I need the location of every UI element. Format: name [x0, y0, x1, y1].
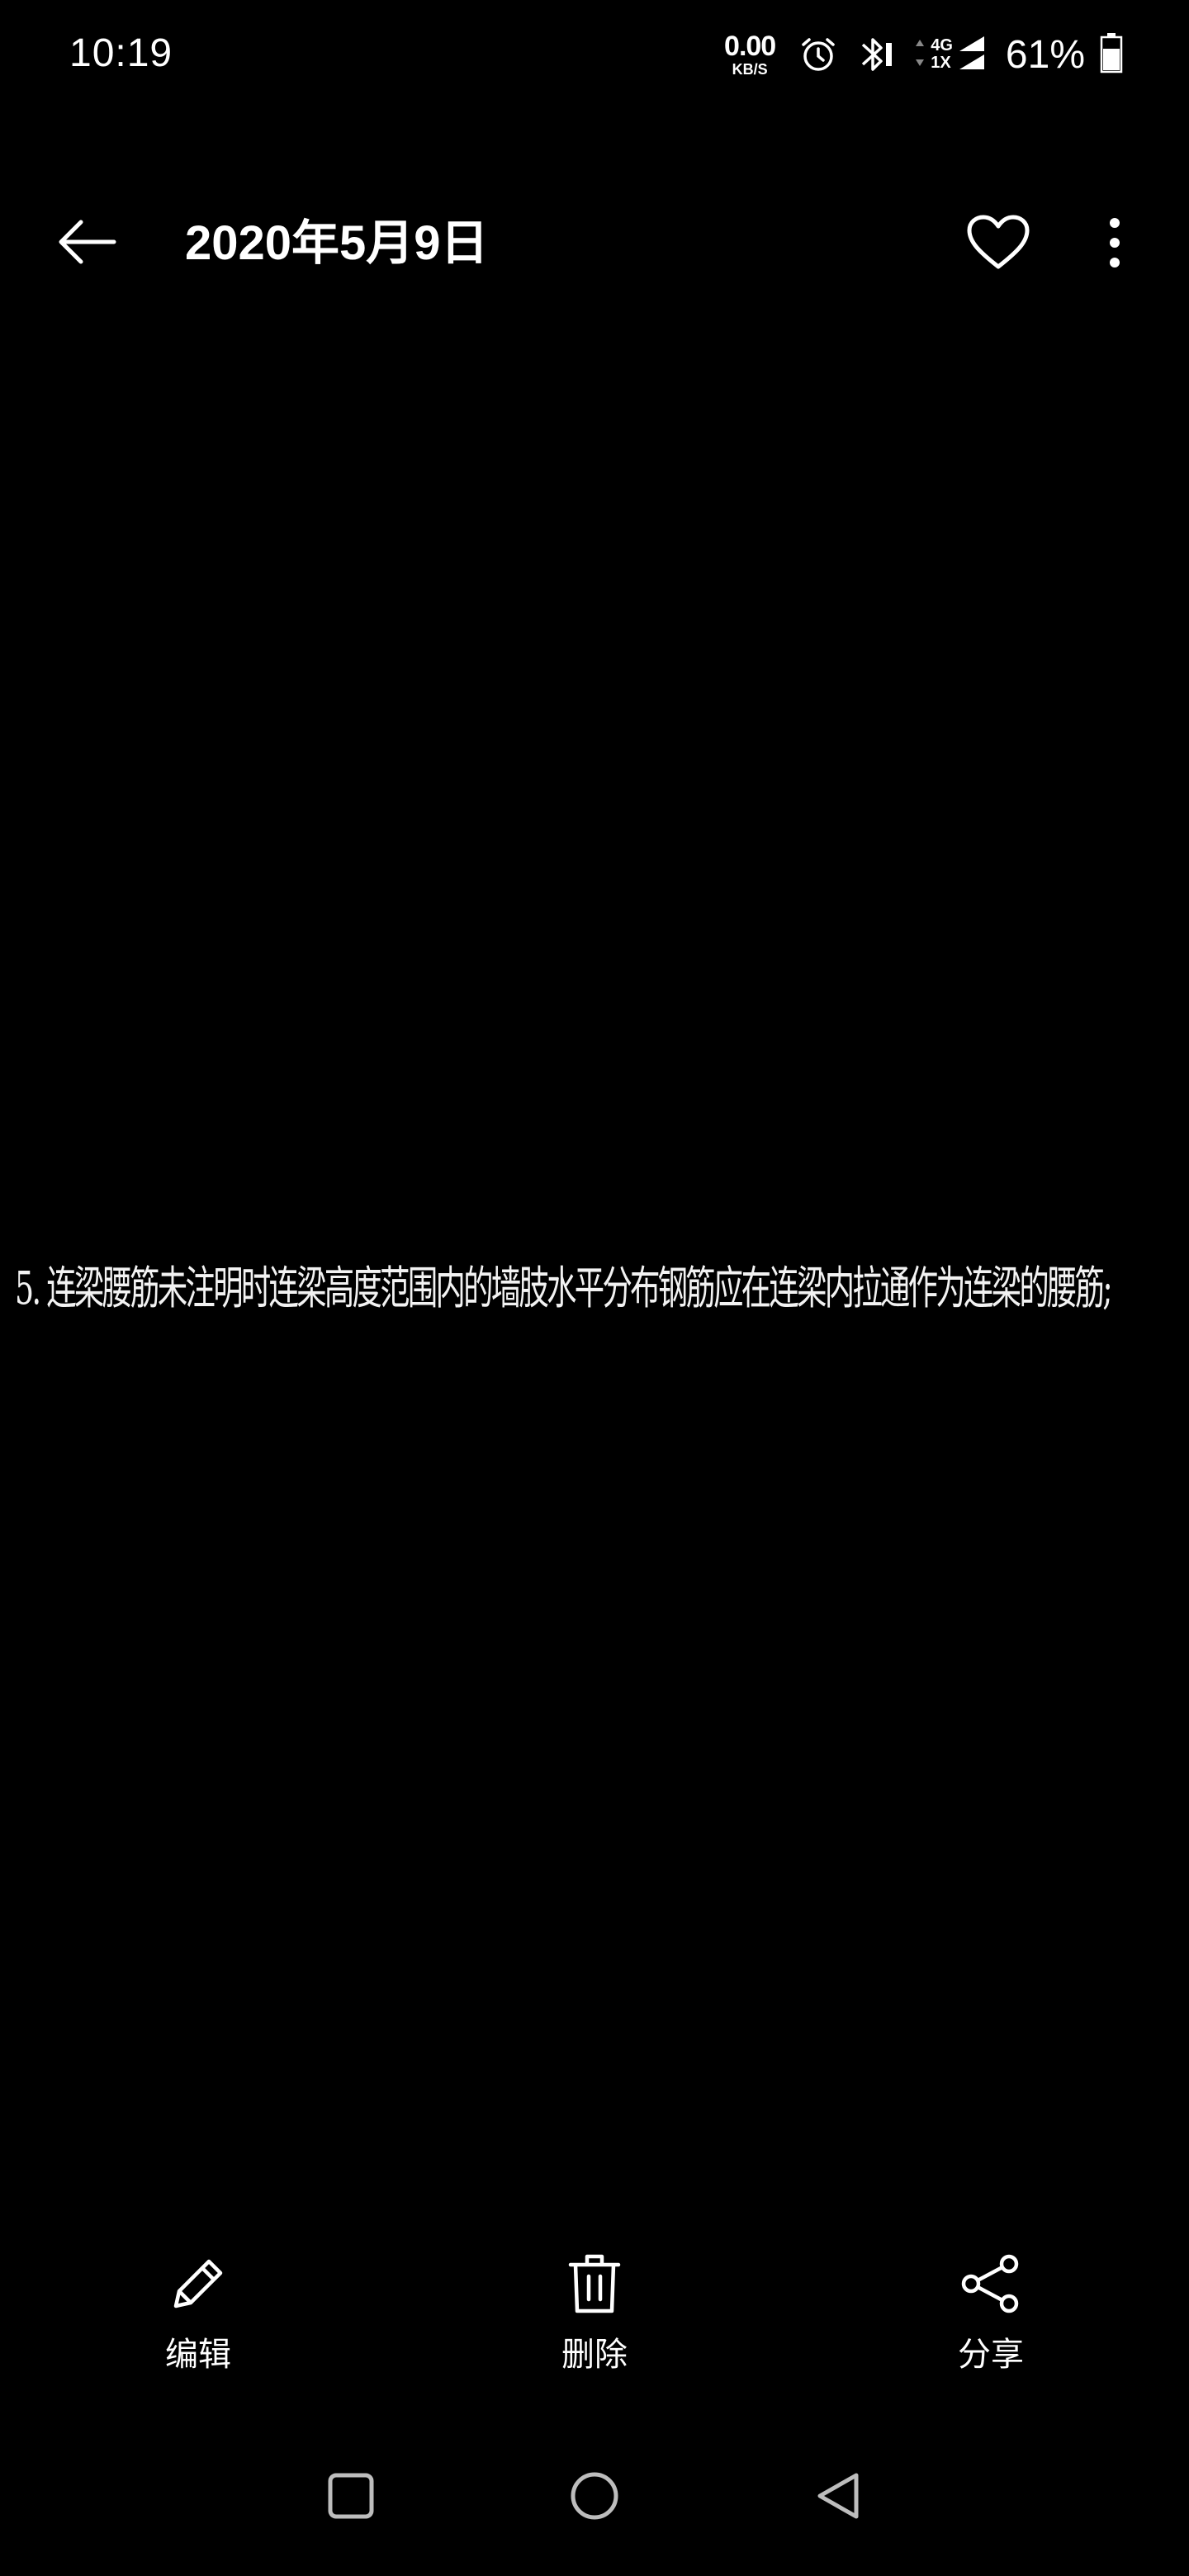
- network-type-bottom: 1X: [931, 54, 951, 72]
- delete-label: 删除: [561, 2337, 628, 2373]
- circle-icon: [569, 2470, 620, 2526]
- arrow-left-icon: [56, 219, 117, 269]
- network-type-top: 4G: [931, 36, 953, 54]
- more-options-button[interactable]: [1092, 211, 1138, 277]
- system-navigation-bar: [0, 2452, 1189, 2543]
- back-button[interactable]: [51, 215, 122, 272]
- delete-button[interactable]: 删除: [504, 2246, 685, 2394]
- signal-bars-icon: [956, 33, 986, 77]
- edit-button[interactable]: 编辑: [107, 2246, 289, 2394]
- app-bar: 2020年5月9日: [0, 190, 1189, 297]
- trash-icon: [567, 2252, 622, 2320]
- favorite-button[interactable]: [963, 211, 1034, 277]
- recent-apps-button[interactable]: [306, 2452, 396, 2543]
- more-vertical-icon: [1106, 216, 1123, 273]
- edit-label: 编辑: [165, 2337, 231, 2373]
- triangle-back-icon: [813, 2470, 863, 2526]
- heart-outline-icon: [966, 214, 1030, 276]
- page-title: 2020年5月9日: [185, 216, 489, 270]
- bluetooth-icon: [856, 33, 896, 76]
- square-icon: [326, 2471, 376, 2525]
- battery-percent: 61%: [1005, 32, 1085, 77]
- status-bar: 10:19 0.00 KB/S 4G 1X 61%: [0, 0, 1189, 109]
- data-arrows-icon: [914, 38, 926, 72]
- cellular-signal: 4G 1X: [914, 33, 986, 77]
- share-label: 分享: [958, 2337, 1024, 2373]
- photo-action-bar: 编辑 删除 分享: [0, 2246, 1189, 2394]
- status-time: 10:19: [69, 31, 173, 75]
- system-back-button[interactable]: [793, 2452, 883, 2543]
- network-speed: 0.00 KB/S: [724, 31, 776, 78]
- network-speed-value: 0.00: [724, 31, 776, 62]
- photo-viewer[interactable]: 5. 连梁腰筋未注明时连梁高度范围内的墙肢水平分布钢筋应在连梁内拉通作为连梁的腰…: [0, 1238, 1189, 1346]
- photo-text: 5. 连梁腰筋未注明时连梁高度范围内的墙肢水平分布钢筋应在连梁内拉通作为连梁的腰…: [15, 1262, 1113, 1314]
- status-icons: 0.00 KB/S 4G 1X 61%: [724, 25, 1123, 84]
- pencil-icon: [168, 2253, 229, 2318]
- battery-icon: [1100, 32, 1123, 78]
- alarm-icon: [798, 35, 838, 74]
- network-speed-unit: KB/S: [732, 61, 768, 78]
- share-button[interactable]: 分享: [900, 2246, 1082, 2394]
- share-icon: [958, 2254, 1024, 2318]
- home-button[interactable]: [549, 2452, 640, 2543]
- network-type: 4G 1X: [931, 37, 953, 72]
